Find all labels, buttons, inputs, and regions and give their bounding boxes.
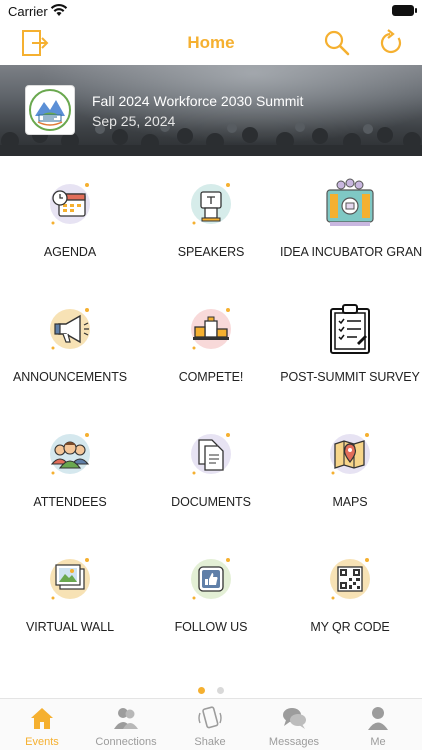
tab-label: Me (370, 736, 386, 748)
tile-follow-us[interactable]: FOLLOW US (141, 531, 281, 656)
tile-agenda[interactable]: AGENDA (0, 156, 140, 281)
podium-icon (191, 183, 231, 225)
tile-announcements[interactable]: ANNOUNCEMENTS (0, 281, 140, 406)
shake-phone-icon (198, 706, 222, 729)
page-indicator[interactable] (0, 681, 422, 694)
home-icon (31, 708, 53, 729)
tab-label: Messages (268, 736, 320, 748)
person-icon (368, 707, 388, 730)
wifi-icon (50, 3, 68, 16)
calendar-clock-icon (50, 183, 90, 225)
people-group-icon (50, 433, 90, 475)
event-date: Sep 25, 2024 (92, 113, 176, 129)
event-logo (25, 85, 75, 135)
tile-label: MY QR CODE (310, 620, 390, 634)
tile-my-qr-code[interactable]: MY QR CODE (280, 531, 420, 656)
tile-label: MAPS (332, 495, 368, 509)
map-pin-icon (330, 433, 370, 475)
page-dot-active[interactable] (197, 687, 205, 694)
tab-label: Shake (194, 736, 226, 748)
tab-shake[interactable]: Shake (168, 699, 252, 751)
tab-label: Connections (95, 736, 157, 748)
tile-idea-incubator-grant[interactable]: IDEA INCUBATOR GRANT (280, 156, 422, 281)
tab-events[interactable]: Events (0, 699, 84, 751)
documents-icon (191, 433, 231, 475)
tile-label: ANNOUNCEMENTS (13, 370, 127, 384)
battery-icon (392, 5, 417, 16)
thumbs-up-icon (191, 558, 231, 600)
clipboard-checklist-icon (330, 304, 370, 354)
winner-podium-icon (191, 308, 231, 350)
tab-messages[interactable]: Messages (252, 699, 336, 751)
megaphone-icon (50, 308, 90, 350)
tile-label: ATTENDEES (33, 495, 107, 509)
tile-speakers[interactable]: SPEAKERS (141, 156, 281, 281)
tile-label: SPEAKERS (177, 245, 245, 259)
page-dot[interactable] (217, 687, 225, 694)
group-presentation-icon (326, 178, 374, 226)
tab-me[interactable]: Me (336, 699, 420, 751)
tile-label: IDEA INCUBATOR GRANT (280, 245, 422, 259)
feature-grid: AGENDA SPEAKERS IDEA INCUBATOR GRANT ANN… (0, 156, 422, 676)
tile-label: VIRTUAL WALL (26, 620, 114, 634)
tile-label: POST-SUMMIT SURVEY (280, 370, 420, 384)
qr-code-icon (330, 558, 370, 600)
tile-virtual-wall[interactable]: VIRTUAL WALL (0, 531, 140, 656)
refresh-icon[interactable] (376, 28, 406, 58)
tile-attendees[interactable]: ATTENDEES (0, 406, 140, 531)
event-title: Fall 2024 Workforce 2030 Summit (92, 93, 304, 109)
photo-stack-icon (50, 558, 90, 600)
connections-icon (114, 708, 138, 729)
tile-post-summit-survey[interactable]: POST-SUMMIT SURVEY (280, 281, 420, 406)
page-title: Home (187, 33, 235, 52)
chat-bubbles-icon (283, 708, 306, 729)
event-banner[interactable]: Fall 2024 Workforce 2030 Summit Sep 25, … (0, 65, 422, 156)
tab-connections[interactable]: Connections (84, 699, 168, 751)
tile-maps[interactable]: MAPS (280, 406, 420, 531)
carrier-label: Carrier (8, 4, 48, 19)
tab-label: Events (25, 736, 59, 748)
status-bar: Carrier (0, 0, 422, 22)
tab-bar: Events Connections Shake Messages Me (0, 698, 422, 750)
tile-label: AGENDA (43, 245, 97, 259)
search-icon[interactable] (322, 28, 352, 58)
tile-label: COMPETE! (178, 370, 244, 384)
navigation-bar: Home (0, 22, 422, 65)
tile-label: FOLLOW US (174, 620, 248, 634)
tile-compete[interactable]: COMPETE! (141, 281, 281, 406)
tile-documents[interactable]: DOCUMENTS (141, 406, 281, 531)
tile-label: DOCUMENTS (171, 495, 251, 509)
